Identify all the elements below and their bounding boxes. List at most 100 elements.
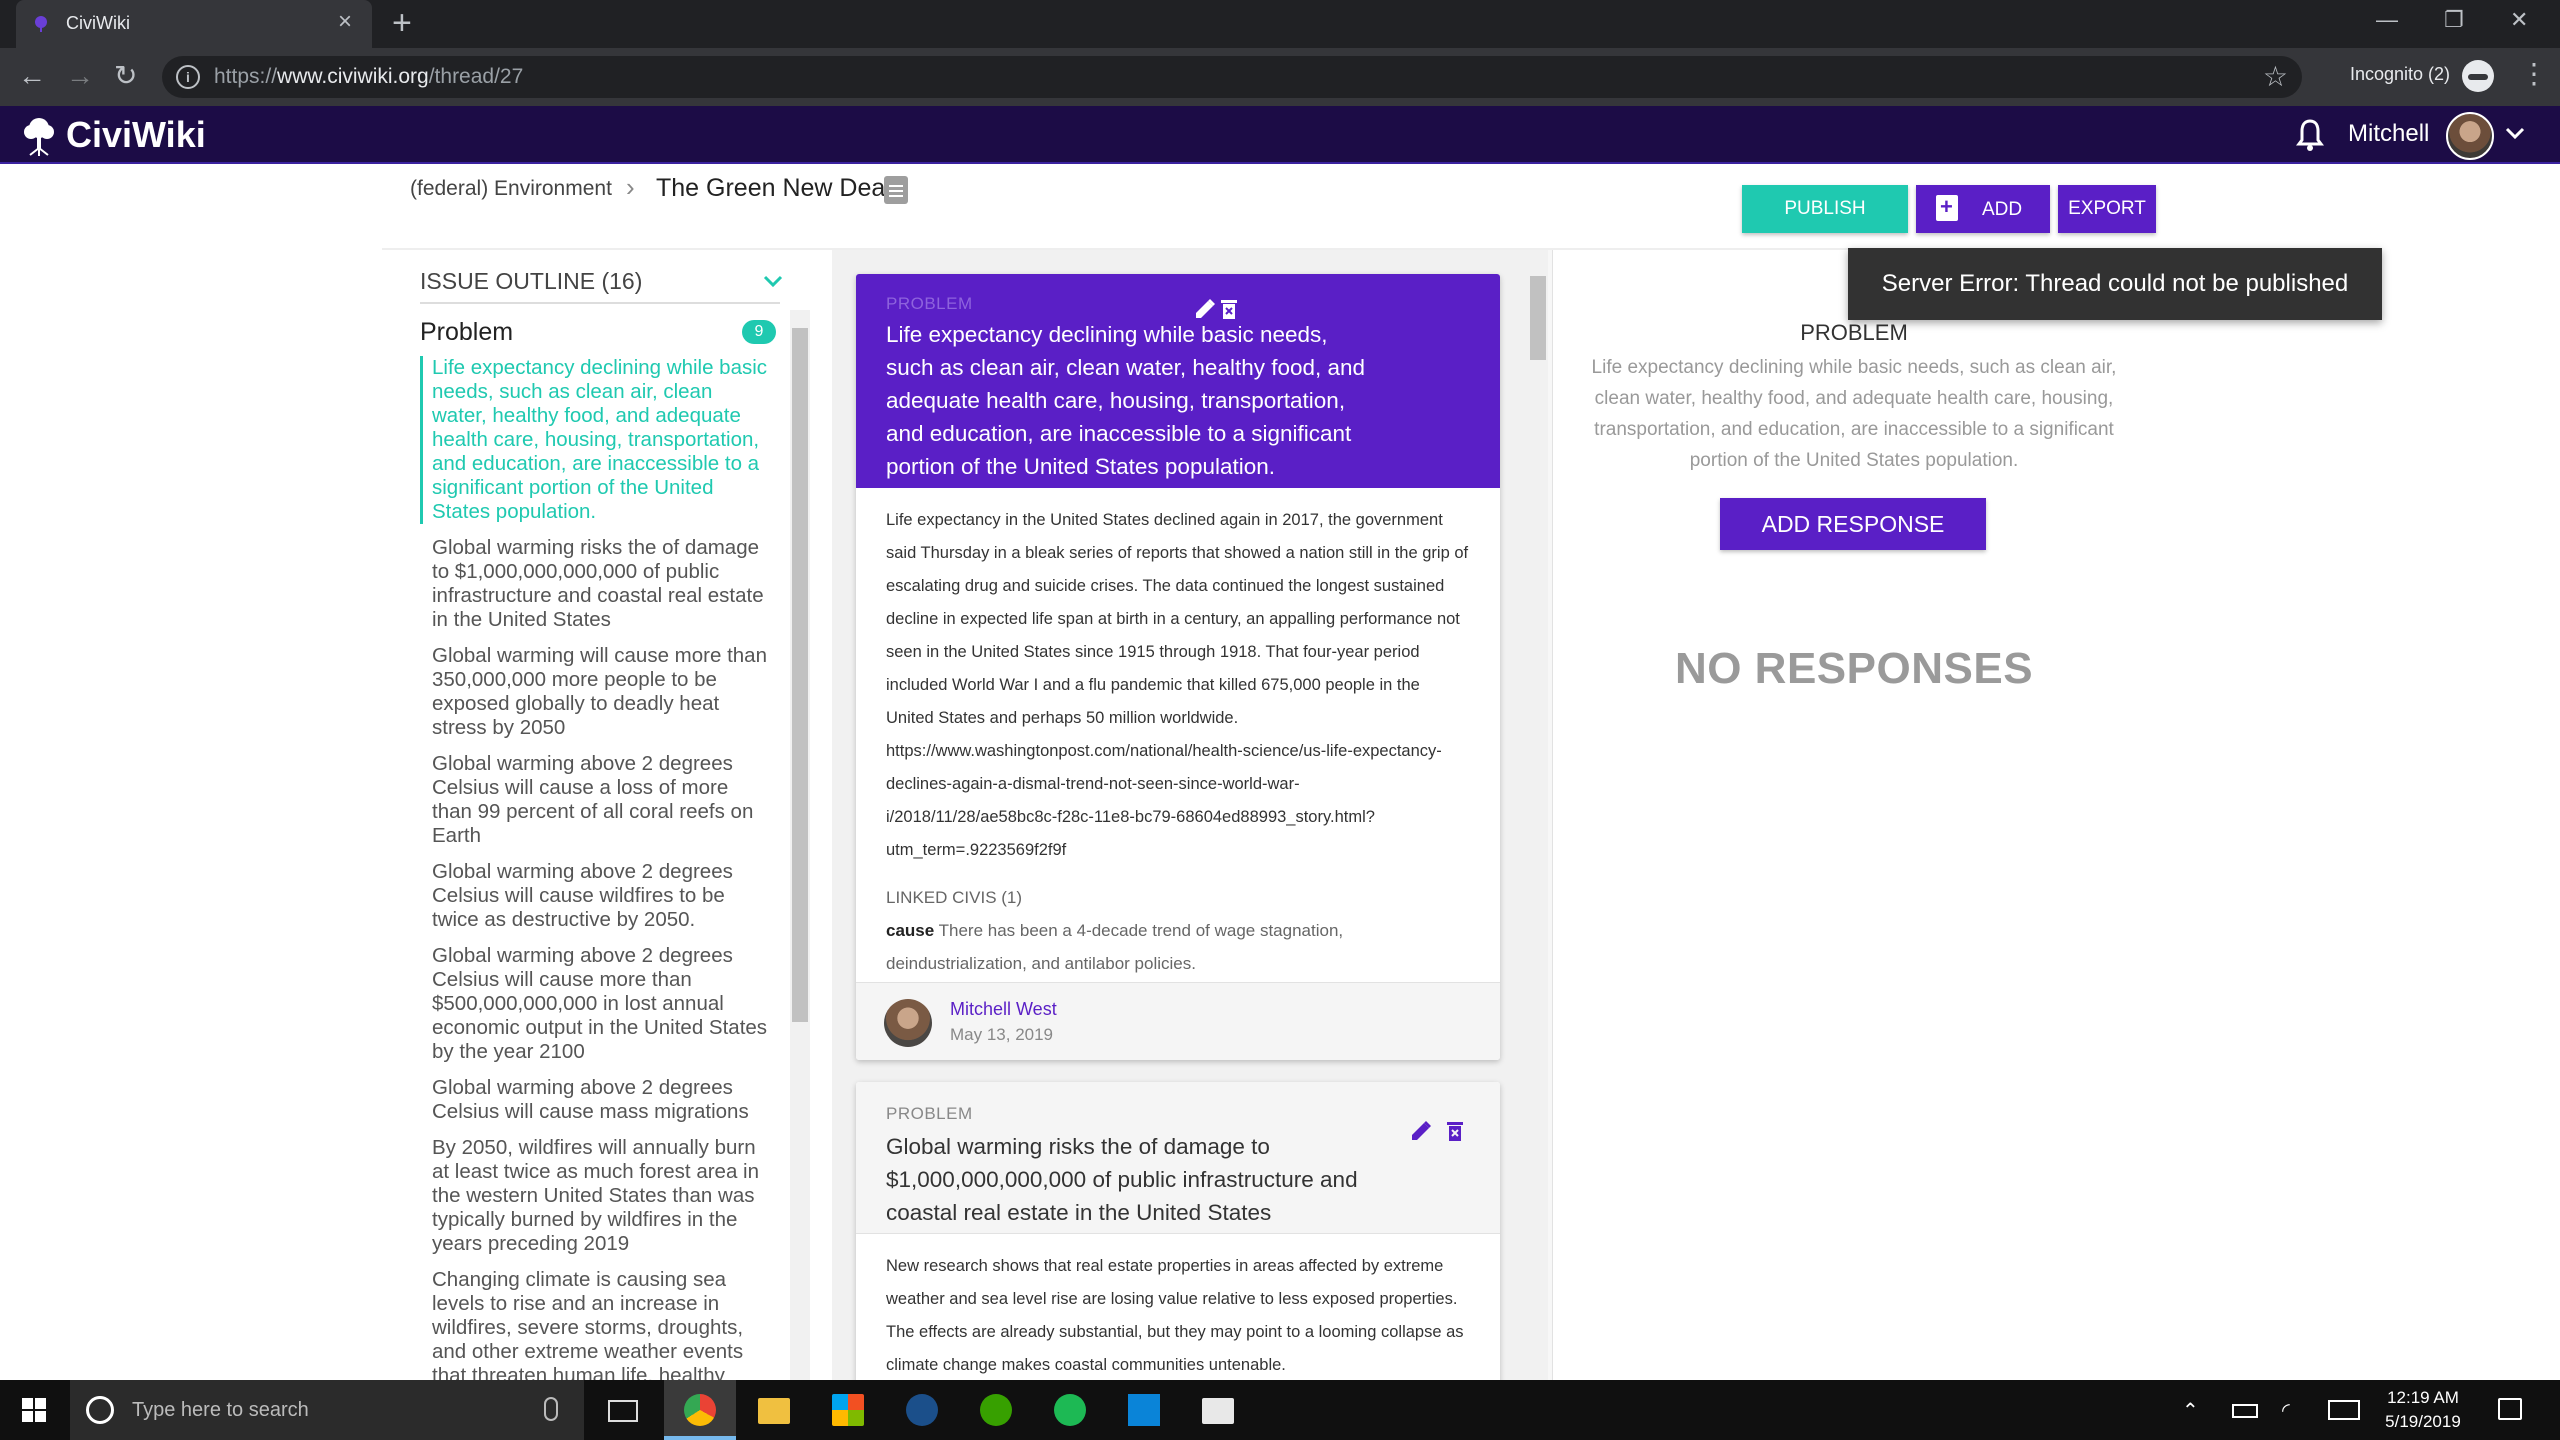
outline-item[interactable]: Global warming above 2 degrees Celsius w…: [420, 1076, 770, 1124]
wifi-icon[interactable]: ◜: [2282, 1398, 2290, 1423]
civi-card[interactable]: PROBLEM Life expectancy declining while …: [856, 274, 1500, 1060]
cards-scrollbar[interactable]: [1528, 250, 1548, 1380]
new-tab-icon[interactable]: +: [392, 6, 412, 40]
add-button-label: ADD: [1982, 199, 2023, 220]
chevron-up-icon[interactable]: ⌃: [2182, 1398, 2199, 1423]
outline-item[interactable]: Global warming above 2 degrees Celsius w…: [420, 860, 770, 932]
clapperboard-icon: [1202, 1398, 1234, 1424]
error-toast: Server Error: Thread could not be publis…: [1848, 248, 2382, 320]
publish-button[interactable]: PUBLISH: [1742, 185, 1908, 233]
browser-menu-icon[interactable]: ⋮: [2520, 58, 2548, 90]
delete-icon[interactable]: [1220, 298, 1238, 320]
upwork-icon: [980, 1394, 1012, 1426]
civi-title: Global warming risks the of damage to $1…: [886, 1134, 1358, 1225]
breadcrumb-category[interactable]: (federal) Environment: [410, 177, 612, 201]
civiwiki-tree-icon[interactable]: [22, 116, 56, 156]
forward-icon[interactable]: →: [66, 60, 94, 92]
civi-body: New research shows that real estate prop…: [886, 1257, 1464, 1374]
civi-card[interactable]: PROBLEM Global warming risks the of dama…: [856, 1082, 1500, 1402]
restore-icon[interactable]: ❐: [2444, 8, 2464, 32]
tab-title: CiviWiki: [66, 13, 130, 33]
linked-civi[interactable]: cause There has been a 4-decade trend of…: [886, 914, 1426, 980]
address-bar[interactable]: i https://www.civiwiki.org/thread/27 ☆: [162, 56, 2302, 98]
no-responses-label: NO RESPONSES: [1674, 644, 2034, 693]
category-problem-label[interactable]: Problem: [420, 318, 513, 347]
notification-center-icon[interactable]: [2498, 1398, 2522, 1420]
author-name[interactable]: Mitchell West: [950, 999, 1057, 1020]
browser-tab[interactable]: CiviWiki ×: [16, 0, 372, 48]
incognito-label[interactable]: Incognito (2): [2350, 64, 2450, 85]
video-editor-app[interactable]: [1182, 1380, 1254, 1440]
add-file-icon: [1936, 195, 1958, 221]
author-avatar[interactable]: [884, 999, 932, 1047]
steam-icon: [906, 1394, 938, 1426]
outline-item[interactable]: Global warming risks the of damage to $1…: [420, 536, 770, 632]
export-button[interactable]: EXPORT: [2058, 185, 2156, 233]
reload-icon[interactable]: ↻: [114, 60, 137, 92]
store-bag-icon: [832, 1394, 864, 1426]
outline-scrollbar-thumb[interactable]: [792, 328, 808, 1022]
outline-item[interactable]: Life expectancy declining while basic ne…: [420, 356, 770, 524]
add-button[interactable]: ADD: [1916, 185, 2050, 233]
windows-start-icon[interactable]: [22, 1398, 46, 1422]
windows-tile-icon: [1128, 1394, 1160, 1426]
cards-scrollbar-thumb[interactable]: [1530, 276, 1546, 360]
microphone-icon[interactable]: [544, 1397, 558, 1421]
outline-item[interactable]: Global warming will cause more than 350,…: [420, 644, 770, 740]
windows-app[interactable]: [1108, 1380, 1180, 1440]
outline-item[interactable]: Global warming above 2 degrees Celsius w…: [420, 944, 770, 1064]
issue-outline-heading[interactable]: ISSUE OUTLINE (16): [420, 268, 642, 295]
category-count-badge: 9: [742, 320, 776, 344]
edit-icon[interactable]: [1194, 298, 1216, 320]
user-avatar[interactable]: [2446, 112, 2494, 160]
civi-card-header: PROBLEM Global warming risks the of dama…: [856, 1082, 1500, 1234]
chevron-down-icon[interactable]: [2504, 122, 2526, 144]
post-date: May 13, 2019: [950, 1025, 1054, 1044]
browser-tab-bar: CiviWiki × + — ❐ ✕: [0, 0, 2560, 48]
breadcrumb-separator: ›: [626, 172, 635, 202]
tab-close-icon[interactable]: ×: [338, 10, 352, 34]
civi-type-label: PROBLEM: [886, 294, 973, 313]
add-response-button[interactable]: ADD RESPONSE: [1720, 498, 1986, 550]
search-placeholder: Type here to search: [132, 1399, 309, 1421]
civi-card-footer: Mitchell West May 13, 2019: [856, 982, 1500, 1060]
steam-app[interactable]: [886, 1380, 958, 1440]
app-logo[interactable]: CiviWiki: [66, 114, 206, 156]
battery-icon[interactable]: [2232, 1404, 2258, 1418]
outline-item[interactable]: By 2050, wildfires will annually burn at…: [420, 1136, 770, 1256]
keyboard-icon[interactable]: [2328, 1400, 2360, 1420]
chrome-icon: [684, 1394, 716, 1426]
user-name[interactable]: Mitchell: [2348, 120, 2429, 148]
window-close-icon[interactable]: ✕: [2510, 8, 2528, 32]
upwork-app[interactable]: [960, 1380, 1032, 1440]
outline-list: Life expectancy declining while basic ne…: [420, 356, 770, 1380]
bookmark-star-icon[interactable]: ☆: [2263, 60, 2288, 93]
notification-bell-icon[interactable]: [2296, 118, 2324, 152]
chevron-down-icon[interactable]: [762, 270, 784, 292]
app-header: CiviWiki Mitchell: [0, 106, 2560, 164]
edit-icon[interactable]: [1410, 1120, 1432, 1142]
incognito-icon[interactable]: [2462, 60, 2494, 92]
civi-type-label: PROBLEM: [886, 1104, 973, 1123]
outline-divider: [420, 302, 780, 304]
delete-icon[interactable]: [1446, 1120, 1464, 1142]
spotify-icon: [1054, 1394, 1086, 1426]
outline-item[interactable]: Global warming above 2 degrees Celsius w…: [420, 752, 770, 848]
folder-icon: [758, 1398, 790, 1424]
system-clock[interactable]: 12:19 AM 5/19/2019: [2368, 1386, 2478, 1434]
taskbar-search-input[interactable]: Type here to search: [70, 1380, 584, 1440]
minimize-icon[interactable]: —: [2376, 8, 2398, 32]
cortana-icon: [86, 1396, 114, 1424]
civi-card-header: PROBLEM Life expectancy declining while …: [856, 274, 1500, 488]
document-icon[interactable]: [884, 176, 908, 204]
back-icon[interactable]: ←: [18, 60, 46, 92]
url-text: https://www.civiwiki.org/thread/27: [214, 65, 524, 88]
windows-taskbar: Type here to search ⌃ ◜ 12:19 AM 5/19/20…: [0, 1380, 2560, 1440]
outline-item[interactable]: Changing climate is causing sea levels t…: [420, 1268, 770, 1380]
task-view-icon[interactable]: [608, 1400, 638, 1422]
file-explorer-app[interactable]: [738, 1380, 810, 1440]
store-app[interactable]: [812, 1380, 884, 1440]
site-info-icon[interactable]: i: [176, 65, 200, 89]
spotify-app[interactable]: [1034, 1380, 1106, 1440]
chrome-app[interactable]: [664, 1380, 736, 1440]
